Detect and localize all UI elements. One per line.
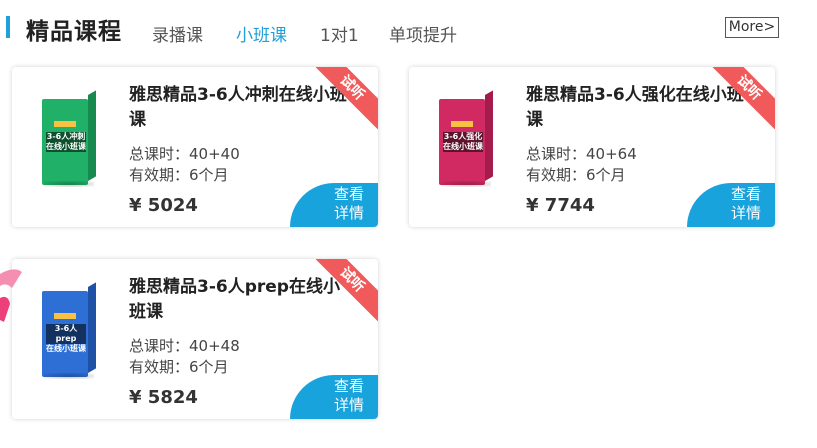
course-card[interactable]: 3-6人强化 在线小班课 雅思精品3-6人强化在线小班课 总课时：40+64 有… <box>409 67 775 227</box>
box-brand-tag <box>54 121 76 127</box>
tab-one-on-one[interactable]: 1对1 <box>320 21 359 46</box>
tab-single-skill[interactable]: 单项提升 <box>389 21 457 46</box>
decorative-ribbon-icon <box>0 269 22 322</box>
view-details-button[interactable]: 查看 详情 <box>290 183 378 227</box>
course-hours: 总课时：40+64 <box>526 145 637 163</box>
course-title[interactable]: 雅思精品3-6人强化在线小班课 <box>526 83 746 133</box>
course-price: ¥ 5024 <box>129 195 198 216</box>
course-title[interactable]: 雅思精品3-6人prep在线小班课 <box>129 275 349 325</box>
view-label-line2: 详情 <box>333 204 364 222</box>
course-price: ¥ 5824 <box>129 387 198 408</box>
box-label: 3-6人冲刺 在线小班课 <box>46 132 86 152</box>
box-brand-tag <box>451 121 473 127</box>
box-label-line2: 在线小班课 <box>46 344 86 353</box>
tab-recorded[interactable]: 录播课 <box>152 21 203 46</box>
course-title[interactable]: 雅思精品3-6人冲刺在线小班课 <box>129 83 349 133</box>
course-price: ¥ 7744 <box>526 195 595 216</box>
view-details-button[interactable]: 查看 详情 <box>687 183 775 227</box>
view-label-line1: 查看 <box>333 377 364 395</box>
box-side <box>88 282 96 373</box>
view-label-line1: 查看 <box>730 185 761 203</box>
box-label: 3-6人强化 在线小班课 <box>443 132 483 152</box>
box-front: 3-6人强化 在线小班课 <box>439 99 485 185</box>
box-label-line2: 在线小班课 <box>46 142 86 151</box>
course-box-image: 3-6人prep 在线小班课 <box>42 282 98 379</box>
course-validity: 有效期：6个月 <box>129 166 229 184</box>
course-box-image: 3-6人冲刺 在线小班课 <box>42 90 98 187</box>
view-label-line2: 详情 <box>730 204 761 222</box>
box-label-line1: 3-6人冲刺 <box>46 132 86 141</box>
box-side <box>88 90 96 181</box>
box-front: 3-6人prep 在线小班课 <box>42 291 88 377</box>
box-side <box>485 90 493 181</box>
view-label-line2: 详情 <box>333 396 364 414</box>
section-header: 精品课程 录播课 小班课 1对1 单项提升 More> <box>0 0 817 58</box>
title-accent-bar <box>6 16 10 38</box>
course-card[interactable]: 3-6人冲刺 在线小班课 雅思精品3-6人冲刺在线小班课 总课时：40+40 有… <box>12 67 378 227</box>
box-label-line2: 在线小班课 <box>443 142 483 151</box>
box-label: 3-6人prep 在线小班课 <box>46 324 86 353</box>
course-hours: 总课时：40+48 <box>129 337 240 355</box>
box-label-line1: 3-6人强化 <box>443 132 483 141</box>
more-button[interactable]: More> <box>725 17 779 38</box>
box-brand-tag <box>54 313 76 319</box>
box-shadow <box>44 181 94 187</box>
view-details-button[interactable]: 查看 详情 <box>290 375 378 419</box>
course-validity: 有效期：6个月 <box>526 166 626 184</box>
box-shadow <box>44 373 94 379</box>
course-validity: 有效期：6个月 <box>129 358 229 376</box>
course-box-image: 3-6人强化 在线小班课 <box>439 90 495 187</box>
box-label-line1: 3-6人prep <box>54 324 78 343</box>
view-label-line1: 查看 <box>333 185 364 203</box>
course-card[interactable]: 3-6人prep 在线小班课 雅思精品3-6人prep在线小班课 总课时：40+… <box>12 259 378 419</box>
tab-small-class[interactable]: 小班课 <box>236 21 287 46</box>
course-hours: 总课时：40+40 <box>129 145 240 163</box>
box-shadow <box>441 181 491 187</box>
box-front: 3-6人冲刺 在线小班课 <box>42 99 88 185</box>
section-title: 精品课程 <box>26 19 122 45</box>
